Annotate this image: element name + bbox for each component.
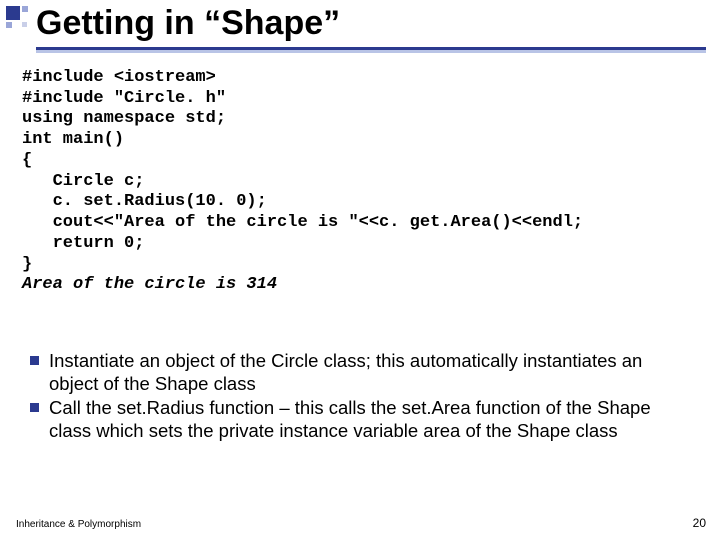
list-item: Instantiate an object of the Circle clas… xyxy=(30,350,692,395)
code-line: #include <iostream> xyxy=(22,68,216,87)
bullet-text: Call the set.Radius function – this call… xyxy=(49,397,692,442)
code-line: cout<<"Area of the circle is "<<c. get.A… xyxy=(22,213,583,232)
bullet-icon xyxy=(30,403,39,412)
bullet-list: Instantiate an object of the Circle clas… xyxy=(30,350,692,444)
code-line: using namespace std; xyxy=(22,109,226,128)
code-line: int main() xyxy=(22,130,124,149)
code-line: return 0; xyxy=(22,234,144,253)
bullet-text: Instantiate an object of the Circle clas… xyxy=(49,350,692,395)
code-line: { xyxy=(22,151,32,170)
code-line: Circle c; xyxy=(22,172,144,191)
bullet-icon xyxy=(30,356,39,365)
footer-left: Inheritance & Polymorphism xyxy=(16,519,141,530)
title-wrap: Getting in “Shape” xyxy=(36,4,706,50)
code-line: } xyxy=(22,255,32,274)
list-item: Call the set.Radius function – this call… xyxy=(30,397,692,442)
corner-decoration xyxy=(6,6,28,28)
code-line: c. set.Radius(10. 0); xyxy=(22,192,267,211)
code-output-line: Area of the circle is 314 xyxy=(22,275,277,294)
page-title: Getting in “Shape” xyxy=(36,4,706,50)
code-line: #include "Circle. h" xyxy=(22,89,226,108)
code-block: #include <iostream> #include "Circle. h"… xyxy=(22,68,700,296)
page-number: 20 xyxy=(693,516,706,530)
